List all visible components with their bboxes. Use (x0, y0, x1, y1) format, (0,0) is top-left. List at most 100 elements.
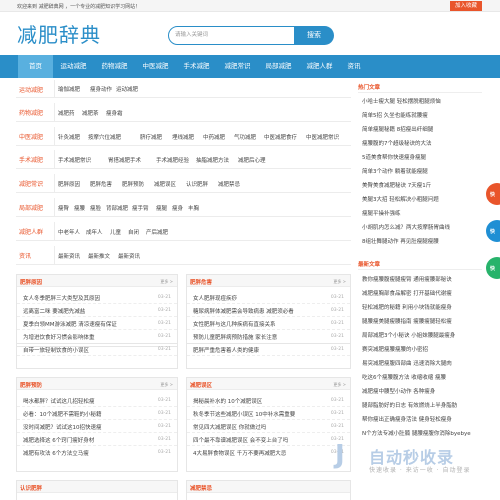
category-tag[interactable]: 按摩穴位减肥 (88, 133, 121, 141)
hot-article-link[interactable]: 小哈士瘦大腿 轻松摆脱粗腿烦恼 (362, 97, 441, 105)
list-item[interactable]: 常见四大减肥误区 你就做过吗 03-21 (187, 420, 350, 433)
category-tag[interactable]: 瘦身 (172, 204, 183, 212)
category-tag[interactable]: 瑜伽减肥 (58, 85, 80, 93)
category-tag[interactable]: 运动减肥 (116, 85, 138, 93)
box-title[interactable]: 减肥误区 (190, 381, 212, 389)
category-tag[interactable]: 抽脂减肥方法 (196, 156, 229, 164)
hot-article-link[interactable]: 美腿3大招 轻松解决小粗腿问题 (362, 195, 439, 203)
category-title[interactable]: 资讯 (19, 251, 31, 260)
float-share-button[interactable]: 快 (486, 220, 500, 242)
list-item[interactable]: 4大易胖食物误区 千万不要再减肥大忌 03-21 (187, 446, 350, 459)
list-item[interactable]: 肥胖严重危害着人类的健康 (17, 356, 177, 369)
category-tag[interactable]: 认识肥胖 (186, 180, 208, 188)
category-title[interactable]: 减肥人群 (19, 227, 43, 236)
nav-item-sport[interactable]: 运动减肥 (53, 55, 94, 78)
category-tag[interactable]: 最新资讯 (58, 252, 80, 260)
hot-article-link[interactable]: 瘦腰腹的7个超级秘诀的大法 (362, 139, 432, 147)
category-title[interactable]: 局部减肥 (19, 203, 43, 212)
hot-article-link[interactable]: 美臀美食减肥秘诀 7天瘦1斤 (362, 181, 431, 189)
category-tag[interactable]: 中医减肥食疗 (264, 133, 297, 141)
float-share-button[interactable]: 快 (486, 183, 500, 205)
category-tag[interactable]: 产后减肥 (146, 228, 168, 236)
new-article-link[interactable]: 局部减肥3个小秘诀 小姐妹腰腿最瘦身 (362, 331, 455, 339)
category-tag[interactable]: 瘦臀 (58, 204, 69, 212)
list-item[interactable]: 自带一旅轻制饮食的小误区 03-21 (17, 343, 177, 356)
nav-item-local[interactable]: 局部减肥 (258, 55, 299, 78)
category-tag[interactable]: 背部减肥 (106, 204, 128, 212)
nav-item-people[interactable]: 减肥人群 (299, 55, 340, 78)
list-item[interactable]: 必看：10个减肥不需鞋的小秘籍 03-21 (17, 407, 177, 420)
category-tag[interactable]: 埋线减肥 (172, 133, 194, 141)
category-title[interactable]: 中医减肥 (19, 132, 43, 141)
category-tag[interactable]: 瘦手臂 (132, 204, 149, 212)
new-article-link[interactable]: 吃这6个瘦腰腹方法 收缩收缩 瘦腰 (362, 373, 446, 381)
site-logo[interactable]: 减肥辞典 (17, 23, 101, 47)
category-tag[interactable]: 自闭 (128, 228, 139, 236)
box-title[interactable]: 认识肥胖 (20, 484, 42, 492)
list-item[interactable]: 喝水都胖？试试这几招轻松瘦 03-21 (17, 394, 177, 407)
category-tag[interactable]: 瘦脸 (90, 204, 101, 212)
more-link[interactable]: 更多 > (160, 382, 173, 388)
category-tag[interactable]: 成年人 (86, 228, 103, 236)
category-title[interactable]: 减肥常识 (19, 179, 43, 188)
category-tag[interactable]: 减肥茶 (82, 109, 99, 117)
category-tag[interactable]: 减肥后心理 (238, 156, 266, 164)
list-item[interactable]: 揭秘晨补水的 10个减肥误区 03-21 (187, 394, 350, 407)
category-tag[interactable]: 中医减肥常识 (306, 133, 339, 141)
list-item[interactable]: 没时间减肥？试试这10招快速瘦 03-21 (17, 420, 177, 433)
category-tag[interactable]: 瘦腰 (74, 204, 85, 212)
new-article-link[interactable]: 减肥瘦中腰型小动作 各种瘦身 (362, 387, 435, 395)
new-article-link[interactable]: 教你瘦腰腹瘦腿瘦臂 通用瘦腰部秘诀 (362, 275, 452, 283)
list-item[interactable]: 减肥选择这 6个窍门瘦好身材 03-21 (17, 433, 177, 446)
hot-article-link[interactable]: 5道美食帮你快速瘦身瘦腿 (362, 153, 426, 161)
category-tag[interactable]: 脐疗减肥 (140, 133, 162, 141)
category-tag[interactable]: 最新推文 (88, 252, 110, 260)
category-tag[interactable]: 减肥误区 (154, 180, 176, 188)
add-favorite-button[interactable]: 加入收藏 (450, 1, 482, 11)
new-article-link[interactable]: 帮你瘦出正确瘦身活法 健身轻松瘦身 (362, 415, 452, 423)
hot-article-link[interactable]: 小胡肌内怎么减？两大按摩肠胃曲线 (362, 223, 450, 231)
category-tag[interactable]: 瘦身霜 (106, 109, 123, 117)
list-item[interactable]: 秋冬季节这些减肥小误区 10中补水需重要 03-21 (187, 407, 350, 420)
new-article-link[interactable]: 轻松减肥的秘籍 利用小块钱就能瘦身 (362, 303, 452, 311)
category-tag[interactable]: 中药减肥 (203, 133, 225, 141)
hot-article-link[interactable]: 简单5招 久坐也能练就腰瘦 (362, 111, 428, 119)
category-tag[interactable]: 瘦腿 (156, 204, 167, 212)
category-tag[interactable]: 儿童 (110, 228, 121, 236)
category-tag[interactable]: 胃搭减肥手术 (108, 156, 141, 164)
category-title[interactable]: 运动减肥 (19, 85, 43, 94)
new-article-link[interactable]: 腿部脂肪好的日志 有效燃烧上半身脂肪 (362, 401, 457, 409)
list-item[interactable]: 减肥有攻法 6个方法立马瘦 03-21 (17, 446, 177, 459)
more-link[interactable]: 更多 > (333, 382, 346, 388)
category-tag[interactable]: 肥胖危害 (90, 180, 112, 188)
category-tag[interactable]: 肥胖预防 (122, 180, 144, 188)
nav-item-knowledge[interactable]: 减肥常识 (217, 55, 258, 78)
box-title[interactable]: 肥胖预防 (20, 381, 42, 389)
category-tag[interactable]: 手术减肥经验 (156, 156, 189, 164)
nav-item-drug[interactable]: 药物减肥 (94, 55, 135, 78)
hot-article-link[interactable]: 8组壮舞腿动作 再见肚瘦腿瘦腰 (362, 237, 439, 245)
list-item[interactable]: 四个最不靠谱减肥误区 会不变上台了吗 03-21 (187, 433, 350, 446)
nav-item-home[interactable]: 首页 (18, 55, 53, 78)
search-input[interactable]: 请输入关键词 (168, 26, 295, 45)
list-item[interactable]: 肥胖严重危害着人类的健康 03-21 (187, 343, 350, 356)
search-button[interactable]: 搜索 (294, 26, 334, 45)
box-title[interactable]: 减肥禁忌 (190, 484, 212, 492)
category-tag[interactable]: 瘦身动作 (90, 85, 112, 93)
hot-article-link[interactable]: 瘦腿平操补强练 (362, 209, 401, 217)
category-tag[interactable]: 最新资讯 (118, 252, 140, 260)
category-title[interactable]: 药物减肥 (19, 108, 43, 117)
new-article-link[interactable]: 腿腰瘦美腿瘦腰指南 瘦腰瘦腿轻松瘦 (362, 317, 452, 325)
category-tag[interactable]: 气功减肥 (234, 133, 256, 141)
category-tag[interactable]: 肥胖原因 (58, 180, 80, 188)
new-article-link[interactable]: 易突减肥瘦腹四部曲 迅速消除大腿肉 (362, 359, 452, 367)
category-tag[interactable]: 减肥药 (58, 109, 75, 117)
nav-item-surgery[interactable]: 手术减肥 (176, 55, 217, 78)
category-tag[interactable]: 减肥禁忌 (218, 180, 240, 188)
nav-item-news[interactable]: 资讯 (340, 55, 368, 78)
category-tag[interactable]: 手术减肥常识 (58, 156, 91, 164)
category-tag[interactable]: 针灸减肥 (58, 133, 80, 141)
new-article-link[interactable]: 减肥瘦胸部食品解密 打开基础代谢瘦 (362, 289, 452, 297)
hot-article-link[interactable]: 简单3个动作 躺着就能瘦腿 (362, 167, 428, 175)
category-title[interactable]: 手术减肥 (19, 155, 43, 164)
